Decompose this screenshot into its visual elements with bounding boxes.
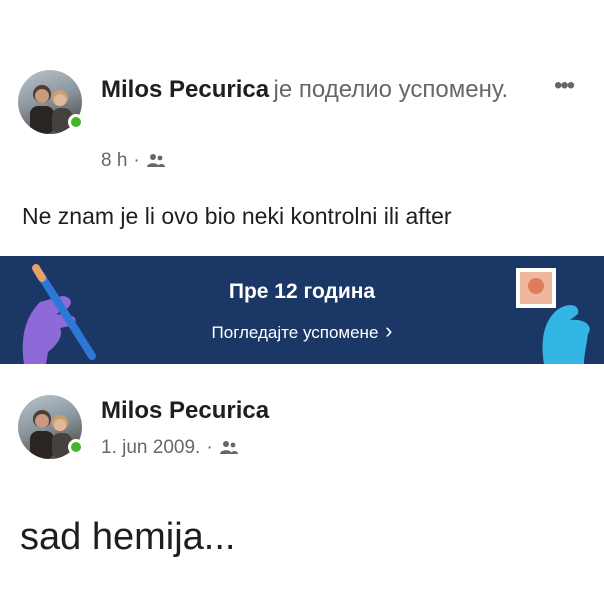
post-text: sad hemija... [20,516,236,558]
photo-hand-icon [516,268,590,364]
author-name[interactable]: Milos Pecurica [101,397,269,425]
chevron-right-icon: › [385,318,393,343]
shared-memory-header: Milos Pecurica је поделио успомену. 8 h … [18,70,604,180]
friends-icon [146,154,165,167]
memory-title: Пре 12 година [228,280,376,303]
memory-banner[interactable]: Пре 12 година Погледајте успомене › [0,256,604,364]
original-post-header: Milos Pecurica 1. jun 2009. · [18,395,604,475]
post-author-line: Milos Pecurica је поделио успомену. [101,72,541,111]
post-date[interactable]: 1. jun 2009. [101,437,200,459]
author-avatar[interactable] [18,395,84,459]
post-meta: 8 h · [101,150,166,172]
friends-icon [219,441,238,454]
post-time[interactable]: 8 h [101,150,127,172]
meta-separator: · [206,437,213,458]
post-meta: 1. jun 2009. · [101,437,239,459]
online-status-dot [68,439,84,455]
meta-separator: · [133,150,140,171]
author-name[interactable]: Milos Pecurica [101,76,269,103]
action-text: је поделио успомену. [273,76,509,103]
post-text: Ne znam je li ovo bio neki kontrolni ili… [22,203,452,229]
view-memories-label: Погледајте успомене [211,323,379,342]
online-status-dot [68,114,84,130]
pencil-hand-icon [22,264,96,364]
view-memories-link[interactable]: Погледајте успомене › [0,318,604,344]
author-avatar[interactable] [18,70,84,134]
more-options-icon[interactable]: ••• [554,72,575,100]
